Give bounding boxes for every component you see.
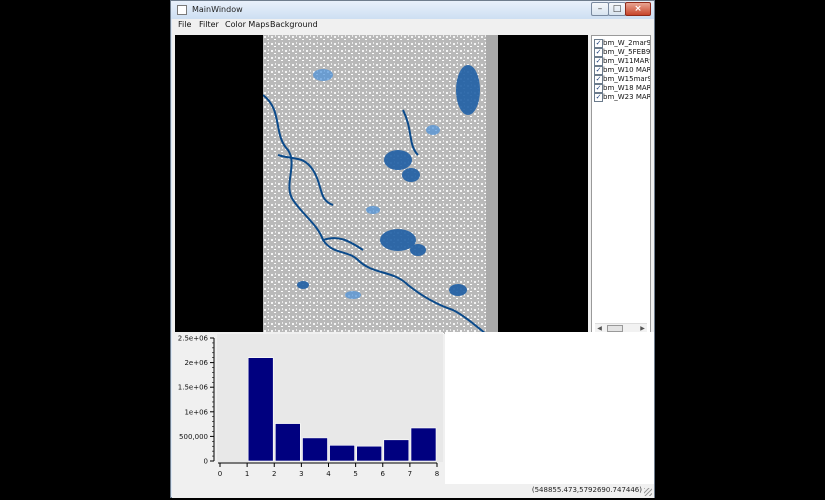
layer-item[interactable]: ✓ bm_W_5FEB97 <box>594 48 650 57</box>
layer-item[interactable]: ✓ bm_W15mar97 <box>594 75 650 84</box>
menu-color-maps[interactable]: Color Maps <box>225 20 269 29</box>
status-bar: (548855.473,5792690.747446) <box>172 484 654 498</box>
window-title: MainWindow <box>192 5 243 14</box>
histogram-svg: 0 1 2 3 4 5 6 7 8 0 500,000 1e+06 1.5e+06 2e+06 2.5e+0… <box>178 334 443 478</box>
checkbox-icon[interactable]: ✓ <box>594 39 603 48</box>
layer-item[interactable]: ✓ bm_W_2mar97 <box>594 39 650 48</box>
menu-filter[interactable]: Filter <box>199 20 219 29</box>
y-tick-label: 2e+06 <box>184 359 208 367</box>
x-tick-label: 1 <box>245 470 249 478</box>
x-tick-label: 6 <box>381 470 386 478</box>
histogram-bar <box>383 439 410 462</box>
checkbox-icon[interactable]: ✓ <box>594 57 603 66</box>
y-tick-label: 1e+06 <box>184 408 208 416</box>
title-bar[interactable]: MainWindow – □ × <box>171 1 654 19</box>
map-scrollbar[interactable] <box>486 35 498 334</box>
close-icon: × <box>634 4 642 14</box>
minimize-button[interactable]: – <box>591 2 609 16</box>
app-icon <box>177 5 187 15</box>
layer-label: bm_W11MAR97 <box>603 57 650 65</box>
layer-label: bm_W_5FEB97 <box>603 48 650 56</box>
empty-panel <box>445 332 654 484</box>
layer-label: bm_W_2mar97 <box>603 39 650 47</box>
resize-grip[interactable] <box>644 488 652 496</box>
histogram-bar <box>356 445 382 462</box>
layer-item[interactable]: ✓ bm_W18 MARS <box>594 84 650 93</box>
layer-item[interactable]: ✓ bm_W11MAR97 <box>594 57 650 66</box>
menu-file[interactable]: File <box>178 20 191 29</box>
y-tick-label: 500,000 <box>179 433 208 441</box>
map-view[interactable] <box>175 35 588 334</box>
layer-item[interactable]: ✓ bm_W10 MARS <box>594 66 650 75</box>
close-button[interactable]: × <box>625 2 651 16</box>
x-tick-label: 2 <box>272 470 276 478</box>
x-tick-label: 0 <box>218 470 222 478</box>
minimize-icon: – <box>597 4 603 14</box>
histogram-bar <box>410 427 437 462</box>
layer-label: bm_W18 MARS <box>603 84 650 92</box>
layer-label: bm_W23 MARS <box>603 93 650 101</box>
menu-background[interactable]: Background <box>270 20 318 29</box>
layer-item[interactable]: ✓ bm_W23 MARS <box>594 93 650 102</box>
y-tick-label: 0 <box>204 458 208 466</box>
x-tick-label: 3 <box>299 470 303 478</box>
y-tick-label: 1.5e+06 <box>178 384 209 392</box>
checkbox-icon[interactable]: ✓ <box>594 48 603 57</box>
status-coordinates: (548855.473,5792690.747446) <box>531 486 642 494</box>
checkbox-icon[interactable]: ✓ <box>594 84 603 93</box>
x-tick-label: 4 <box>326 470 331 478</box>
scroll-thumb[interactable] <box>607 325 623 332</box>
histogram-bar <box>302 437 328 462</box>
maximize-button[interactable]: □ <box>608 2 626 16</box>
histogram-bar <box>329 445 355 462</box>
x-tick-label: 5 <box>353 470 357 478</box>
x-tick-label: 7 <box>408 470 412 478</box>
layer-label: bm_W10 MARS <box>603 66 650 74</box>
histogram-chart: 0 1 2 3 4 5 6 7 8 0 500,000 1e+06 1.5e+06 2e+06 2.5e+0… <box>175 332 443 484</box>
client-area: ✓ bm_W_2mar97 ✓ bm_W_5FEB97 ✓ bm_W11MAR9… <box>172 32 654 498</box>
layer-label: bm_W15mar97 <box>603 75 650 83</box>
x-tick-label: 8 <box>435 470 439 478</box>
checkbox-icon[interactable]: ✓ <box>594 93 603 102</box>
y-tick-label: 2.5e+06 <box>178 335 209 343</box>
satellite-map-image[interactable] <box>263 35 498 334</box>
checkbox-icon[interactable]: ✓ <box>594 66 603 75</box>
histogram-bar <box>247 357 274 462</box>
main-window: MainWindow – □ × File Filter Color Maps … <box>170 0 655 498</box>
checkbox-icon[interactable]: ✓ <box>594 75 603 84</box>
menu-bar: File Filter Color Maps Background <box>172 19 654 32</box>
histogram-bar <box>275 423 301 462</box>
layer-list: ✓ bm_W_2mar97 ✓ bm_W_5FEB97 ✓ bm_W11MAR9… <box>591 35 651 333</box>
maximize-icon: □ <box>612 4 622 14</box>
